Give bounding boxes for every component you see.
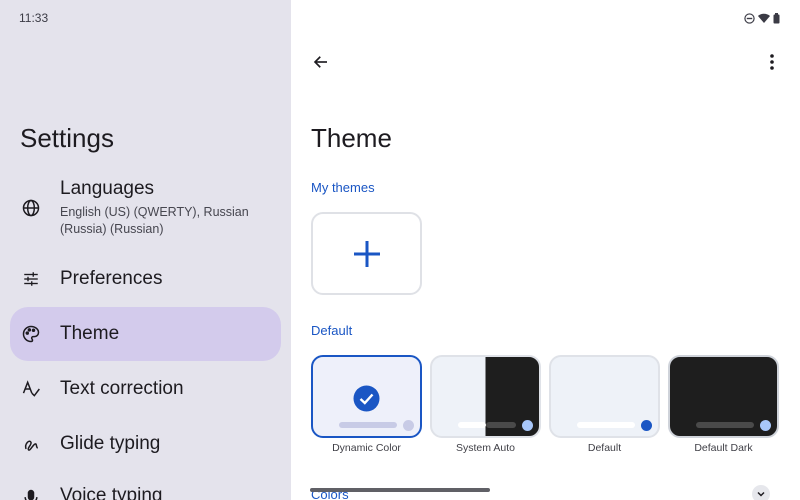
preview-bar: [577, 422, 635, 428]
my-themes-label: My themes: [311, 180, 375, 195]
more-options-button[interactable]: [760, 50, 784, 74]
text-correction-icon: [20, 378, 42, 400]
status-time: 11:33: [19, 11, 49, 25]
plus-icon: [353, 240, 380, 267]
gesture-nav-handle[interactable]: [310, 488, 490, 492]
status-icons: [744, 11, 780, 29]
battery-icon: [773, 11, 780, 29]
theme-card-default[interactable]: [549, 355, 660, 438]
default-label: Default: [311, 323, 353, 338]
theme-card-default-dark[interactable]: [668, 355, 779, 438]
check-circle-icon: [353, 385, 380, 412]
preview-dot: [641, 420, 652, 431]
sidebar-item-label: Glide typing: [60, 433, 161, 454]
theme-name: Dynamic Color: [332, 442, 401, 454]
palette-icon: [20, 323, 42, 345]
theme-name: System Auto: [456, 442, 515, 454]
sidebar-item-label: Text correction: [60, 378, 184, 399]
globe-icon: [20, 197, 42, 219]
settings-title: Settings: [20, 123, 114, 153]
sidebar-item-sublabel: English (US) (QWERTY), Russian (Russia) …: [60, 205, 249, 236]
sidebar-item-voice-typing[interactable]: Voice typing: [10, 474, 281, 500]
sidebar-item-languages[interactable]: Languages English (US) (QWERTY), Russian…: [10, 176, 281, 240]
sidebar-item-glide-typing[interactable]: Glide typing: [10, 420, 281, 468]
preview-dot: [522, 420, 533, 431]
theme-name: Default: [587, 442, 622, 454]
add-theme-button[interactable]: [311, 212, 422, 295]
more-vert-icon: [770, 54, 774, 70]
sidebar-item-label: Theme: [60, 323, 120, 344]
settings-sidebar: 11:33 Settings Languages English (US) (Q…: [0, 0, 291, 500]
sidebar-item-label: Preferences: [60, 268, 163, 289]
wifi-icon: [758, 11, 770, 29]
preview-bar: [339, 422, 397, 428]
page-title: Theme: [311, 123, 392, 153]
preview-bar: [696, 422, 754, 428]
glide-icon: [20, 433, 42, 455]
preview-bar: [486, 422, 516, 428]
back-button[interactable]: [309, 50, 333, 74]
theme-page: Theme My themes Default Dynamic Color Sy…: [291, 0, 800, 500]
expand-colors-button[interactable]: [752, 485, 770, 500]
sidebar-item-preferences[interactable]: Preferences: [10, 255, 281, 303]
dnd-icon: [744, 11, 755, 29]
sidebar-item-label: Voice typing: [60, 485, 163, 500]
theme-card-system-auto[interactable]: [430, 355, 541, 438]
preview-dot: [760, 420, 771, 431]
preview-dot: [403, 420, 414, 431]
preview-bar: [458, 422, 486, 428]
theme-card-dynamic-color[interactable]: [311, 355, 422, 438]
mic-icon: [20, 487, 42, 500]
chevron-down-icon: [757, 491, 765, 497]
sliders-icon: [20, 268, 42, 290]
sidebar-item-label: Languages: [60, 178, 155, 199]
theme-name: Default Dark: [694, 442, 753, 454]
arrow-left-icon: [313, 56, 327, 68]
sidebar-item-text-correction[interactable]: Text correction: [10, 365, 281, 413]
sidebar-item-theme[interactable]: Theme: [10, 307, 281, 361]
